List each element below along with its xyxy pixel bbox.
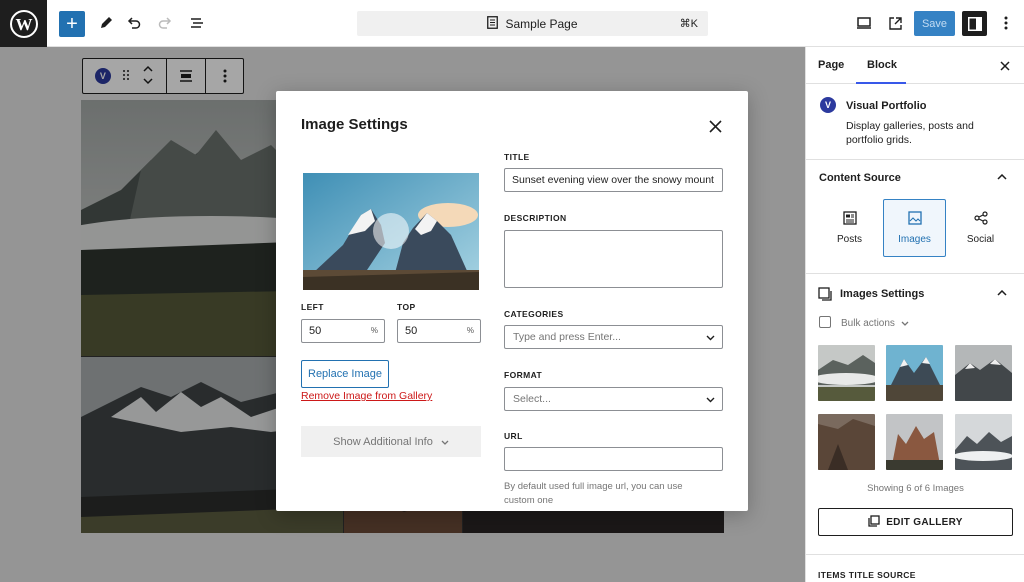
editor-topbar: W + Sample Page ⌘K Save [0, 0, 1024, 47]
divider [806, 273, 1024, 274]
left-label: LEFT [301, 302, 324, 312]
left-value: 50 [309, 325, 322, 337]
divider [806, 554, 1024, 555]
chevron-down-icon [441, 437, 449, 447]
tab-page[interactable]: Page [818, 59, 844, 71]
image-focal-point-preview[interactable] [303, 173, 479, 290]
gallery-settings-icon [818, 287, 832, 304]
chevron-up-icon[interactable] [997, 172, 1007, 183]
format-select[interactable]: Select... [504, 387, 723, 411]
description-textarea[interactable] [504, 230, 723, 288]
show-info-label: Show Additional Info [333, 435, 433, 448]
top-value: 50 [405, 325, 418, 337]
source-label: Images [898, 234, 931, 245]
remove-image-link[interactable]: Remove Image from Gallery [301, 390, 432, 402]
redo-icon[interactable] [152, 10, 178, 36]
top-label: TOP [397, 302, 416, 312]
gallery-thumbnail[interactable] [955, 414, 1012, 470]
active-tab-indicator [856, 82, 906, 84]
save-button[interactable]: Save [914, 11, 955, 36]
page-icon [487, 15, 499, 32]
gallery-thumbnail-selected[interactable] [886, 345, 943, 401]
gallery-thumbnail[interactable] [955, 345, 1012, 401]
tools-pencil-icon[interactable] [93, 10, 119, 36]
title-label: TITLE [504, 152, 530, 162]
share-icon [973, 211, 988, 228]
bulk-actions-label: Bulk actions [841, 318, 895, 329]
settings-sidebar-toggle-icon[interactable] [962, 11, 987, 36]
divider [806, 159, 1024, 160]
block-card-icon: V [820, 97, 836, 113]
gallery-thumbnail[interactable] [818, 414, 875, 470]
chevron-up-icon[interactable] [997, 288, 1007, 299]
content-source-title[interactable]: Content Source [819, 172, 901, 184]
options-menu-icon[interactable] [993, 10, 1019, 36]
edit-gallery-button[interactable]: EDIT GALLERY [818, 508, 1013, 536]
show-additional-info-button[interactable]: Show Additional Info [301, 426, 481, 457]
url-help-text: By default used full image url, you can … [504, 481, 683, 506]
categories-label: CATEGORIES [504, 309, 564, 319]
format-label: FORMAT [504, 370, 543, 380]
source-label: Social [966, 234, 995, 245]
top-number-input[interactable]: 50 % [397, 319, 481, 343]
format-placeholder: Select... [513, 393, 551, 405]
source-social-button[interactable]: Social [949, 199, 1012, 257]
replace-image-button[interactable]: Replace Image [301, 360, 389, 388]
edit-gallery-label: EDIT GALLERY [886, 516, 963, 528]
bulk-actions-dropdown[interactable]: Bulk actions [841, 318, 909, 329]
command-palette-bar[interactable]: Sample Page ⌘K [357, 11, 708, 36]
tab-block[interactable]: Block [867, 59, 897, 71]
close-icon[interactable] [704, 115, 726, 137]
images-settings-title[interactable]: Images Settings [840, 288, 924, 300]
svg-text:W: W [15, 15, 32, 34]
images-icon [907, 211, 922, 228]
percent-unit: % [466, 326, 474, 335]
add-block-button[interactable]: + [59, 11, 85, 37]
view-post-external-icon[interactable] [882, 10, 908, 36]
gallery-count-text: Showing 6 of 6 Images [867, 483, 964, 494]
chevron-down-icon [706, 394, 715, 406]
close-sidebar-icon[interactable] [1000, 59, 1010, 74]
document-overview-icon[interactable] [184, 10, 210, 36]
block-card-description: Display galleries, posts and portfolio g… [846, 120, 974, 146]
undo-icon[interactable] [121, 10, 147, 36]
source-images-button[interactable]: Images [883, 199, 946, 257]
modal-title: Image Settings [301, 116, 408, 133]
percent-unit: % [370, 326, 378, 335]
command-shortcut: ⌘K [679, 18, 698, 30]
url-input[interactable] [504, 447, 723, 471]
chevron-down-icon [901, 318, 909, 329]
sidebar-tabs: Page Block [806, 47, 1024, 84]
source-posts-button[interactable]: Posts [818, 199, 881, 257]
items-title-source-label: ITEMS TITLE SOURCE [818, 570, 916, 580]
description-label: DESCRIPTION [504, 213, 567, 223]
bulk-select-checkbox[interactable] [819, 316, 831, 328]
gallery-thumbnail[interactable] [886, 414, 943, 470]
left-number-input[interactable]: 50 % [301, 319, 385, 343]
posts-icon [842, 211, 857, 228]
chevron-down-icon [706, 332, 715, 344]
url-label: URL [504, 431, 523, 441]
view-device-icon[interactable] [851, 10, 877, 36]
gallery-icon [868, 514, 880, 530]
block-card-title: Visual Portfolio [846, 100, 927, 112]
gallery-thumbnail[interactable] [818, 345, 875, 401]
wordpress-logo-icon[interactable]: W [0, 0, 47, 47]
categories-select[interactable]: Type and press Enter... [504, 325, 723, 349]
settings-sidebar: Page Block V Visual Portfolio Display ga… [805, 47, 1024, 582]
categories-placeholder: Type and press Enter... [513, 331, 621, 343]
title-input[interactable]: Sunset evening view over the snowy mount [504, 168, 723, 192]
document-title: Sample Page [505, 16, 578, 31]
source-label: Posts [836, 234, 862, 245]
image-settings-modal: Image Settings LEFT 50 % TOP 50 % Replac… [276, 91, 748, 511]
